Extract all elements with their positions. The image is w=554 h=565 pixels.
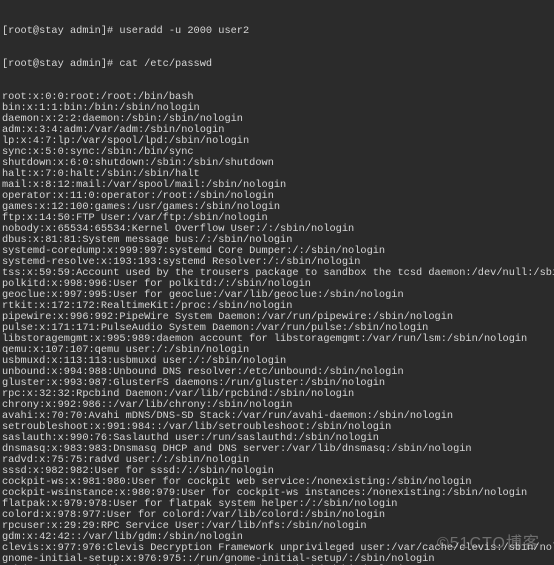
shell-prompt: [root@stay admin]#: [2, 58, 119, 70]
command-text: useradd -u 2000 user2: [119, 25, 249, 37]
terminal-window[interactable]: [root@stay admin]# useradd -u 2000 user2…: [0, 0, 554, 565]
shell-prompt: [root@stay admin]#: [2, 25, 119, 37]
command-line-2: [root@stay admin]# cat /etc/passwd: [2, 59, 552, 70]
command-line-1: [root@stay admin]# useradd -u 2000 user2: [2, 26, 552, 37]
command-text: cat /etc/passwd: [119, 58, 212, 70]
